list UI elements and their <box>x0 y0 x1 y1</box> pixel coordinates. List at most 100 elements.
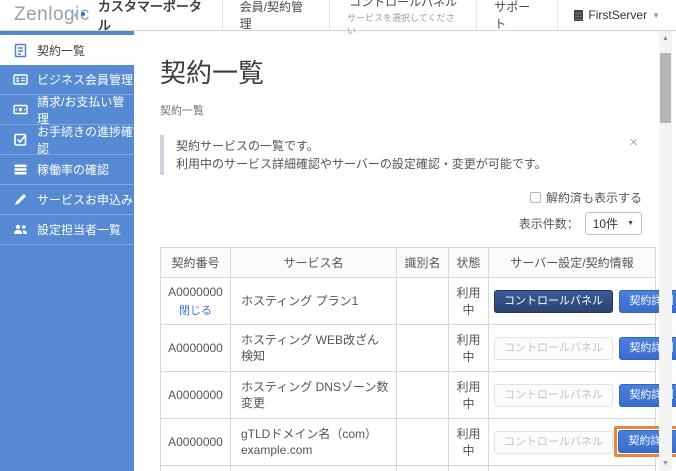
service-name: ホスティング プラン1 <box>241 294 359 308</box>
top-filters: 解約済も表示する 表示件数： 10件 ▼ <box>160 189 642 235</box>
close-row-link[interactable]: 閉じる <box>167 302 224 318</box>
header-nav: 会員/契約管理 コントロールパネル サービスを選択してください サポート <box>221 0 559 36</box>
notice-box: 契約サービスの一覧です。 利用中のサービス詳細確認やサーバーの設定確認・変更が可… <box>160 135 642 175</box>
col-server-settings: サーバー設定/契約情報 <box>488 247 656 278</box>
actions-cell: コントロールパネル 契約詳細 <box>488 418 676 466</box>
organization-icon <box>574 9 584 21</box>
scroll-up-icon[interactable]: ▲ <box>659 32 672 45</box>
notice-line1: 契約サービスの一覧です。 <box>176 139 319 153</box>
service-name-cell: gTLDドメイン名（com） example.com <box>230 418 397 466</box>
logo[interactable]: Zenlogic カスタマーポータル <box>0 0 222 33</box>
portal-title: カスタマーポータル <box>97 0 202 33</box>
page-title: 契約一覧 <box>160 58 265 88</box>
control-panel-button[interactable]: コントロールパネル <box>494 289 613 313</box>
service-name-cell: ホスティング DNSゾーン数変更 <box>230 371 397 419</box>
status-cell: 利用中 <box>448 371 489 419</box>
sidebar-item-contract-list[interactable]: 契約一覧 <box>0 35 134 65</box>
contract-no-cell: A0000000 <box>160 371 231 419</box>
account-menu[interactable]: FirstServer ▼ <box>558 0 676 30</box>
status-cell: 利用中 <box>448 465 489 471</box>
tab-support[interactable]: サポート <box>476 0 559 31</box>
top-bar: Zenlogic カスタマーポータル 会員/契約管理 コントロールパネル サービ… <box>0 0 676 36</box>
contract-no-cell: A0000000 <box>160 418 231 466</box>
status-cell: 利用中 <box>448 277 489 325</box>
per-page-label: 表示件数： <box>518 217 579 231</box>
document-icon <box>13 43 28 58</box>
sidebar-item-progress[interactable]: お手続きの進捗確認 <box>0 124 134 156</box>
table-header-row: 契約番号 サービス名 識別名 状態 サーバー設定/契約情報 <box>160 247 656 278</box>
sidebar-item-uptime[interactable]: 稼働率の確認 <box>0 155 134 185</box>
vertical-scrollbar[interactable]: ▲ ▼ <box>659 31 672 471</box>
table-row: A0000000 ホスティング WEB改ざん検知 利用中 コントロールパネル 契… <box>160 324 676 372</box>
actions-cell: コントロールパネル 契約詳細 <box>488 465 656 471</box>
sidebar-item-label: 稼働率の確認 <box>37 163 110 177</box>
service-name-cell: SSLサーバー証明書 ＢＩＺＣＥＲＴ（年版） example.com <box>230 465 397 471</box>
identifier-cell <box>396 371 449 419</box>
brand-logo-text: Zenlogic <box>14 4 90 25</box>
caret-down-icon: ▼ <box>627 220 634 227</box>
tab-label: サポート <box>494 0 531 31</box>
tab-label: コントロールパネル <box>349 0 458 9</box>
service-domain: example.com <box>241 443 313 457</box>
table-row: A0000000 閉じる ホスティング プラン1 利用中 コントロールパネル 契… <box>160 277 676 325</box>
breadcrumb: 契約一覧 <box>160 105 204 117</box>
tab-sublabel: サービスを選択してください <box>347 13 455 36</box>
sidebar-item-label: サービスお申込み <box>37 193 134 207</box>
sidebar-item-label: 請求/お支払い管理 <box>37 94 125 126</box>
table-row: A0000000 gTLDドメイン名（com） example.com 利用中 … <box>160 418 676 466</box>
col-identifier: 識別名 <box>396 247 449 278</box>
sidebar-item-business-member[interactable]: ビジネス会員管理 <box>0 65 134 95</box>
sidebar-item-label: 契約一覧 <box>37 43 86 58</box>
identifier-cell <box>396 465 449 471</box>
service-name: gTLDドメイン名（com） <box>241 427 378 441</box>
control-panel-button-disabled: コントロールパネル <box>494 430 613 454</box>
identifier-cell <box>396 324 449 372</box>
account-name: FirstServer <box>588 8 648 22</box>
id-card-icon <box>13 72 28 87</box>
col-status: 状態 <box>448 247 489 278</box>
scroll-down-icon[interactable]: ▼ <box>659 457 672 470</box>
scrollbar-thumb[interactable] <box>660 53 671 123</box>
per-page-select[interactable]: 10件 ▼ <box>584 212 642 235</box>
chevron-down-icon: ▼ <box>652 10 660 20</box>
col-contract-no: 契約番号 <box>160 247 231 278</box>
actions-cell: コントロールパネル 契約詳細 <box>488 277 676 325</box>
contract-no-cell: A0000000 閉じる <box>160 277 231 325</box>
main-content: 契約一覧 契約一覧 契約サービスの一覧です。 利用中のサービス詳細確認やサーバー… <box>134 31 676 471</box>
actions-cell: コントロールパネル 契約詳細 <box>488 371 676 419</box>
users-icon <box>13 222 28 237</box>
control-panel-button-disabled: コントロールパネル <box>494 383 613 407</box>
identifier-cell <box>396 418 449 466</box>
per-page-value: 10件 <box>592 217 619 231</box>
table-row: A0000000 ホスティング DNSゾーン数変更 利用中 コントロールパネル … <box>160 371 676 419</box>
tab-label: 会員/契約管理 <box>239 0 303 31</box>
sidebar: 契約一覧 ビジネス会員管理 請求/お支払い管理 お手続きの進捗確認 稼働率の確認… <box>0 31 134 471</box>
sidebar-item-service-apply[interactable]: サービスお申込み <box>0 185 134 215</box>
notice-line2: 利用中のサービス詳細確認やサーバーの設定確認・変更が可能です。 <box>176 157 547 171</box>
sidebar-item-label: ビジネス会員管理 <box>37 73 134 87</box>
pen-icon <box>13 192 28 207</box>
status-cell: 利用中 <box>448 418 489 466</box>
task-check-icon <box>13 132 28 147</box>
show-cancelled-checkbox[interactable] <box>529 192 541 203</box>
sidebar-item-label: 設定担当者一覧 <box>37 223 122 237</box>
logo-dot-dark <box>80 12 85 16</box>
service-name-cell: ホスティング WEB改ざん検知 <box>230 324 397 372</box>
logo-dot-light <box>73 13 78 17</box>
actions-cell: コントロールパネル 契約詳細 <box>488 324 676 372</box>
service-name: ホスティング DNSゾーン数変更 <box>241 380 389 410</box>
contract-table: 契約番号 サービス名 識別名 状態 サーバー設定/契約情報 A0000000 閉… <box>160 247 676 471</box>
control-panel-button-disabled: コントロールパネル <box>494 336 613 360</box>
sidebar-item-admin-list[interactable]: 設定担当者一覧 <box>0 215 134 245</box>
service-name: ホスティング WEB改ざん検知 <box>241 333 379 363</box>
tab-member-contract[interactable]: 会員/契約管理 <box>221 0 330 31</box>
tab-control-panel[interactable]: コントロールパネル サービスを選択してください <box>329 0 476 36</box>
close-icon[interactable]: × <box>629 135 638 150</box>
contract-no: A0000000 <box>168 284 223 299</box>
sidebar-item-billing[interactable]: 請求/お支払い管理 <box>0 94 134 126</box>
server-list-icon <box>13 162 28 177</box>
sidebar-item-label: お手続きの進捗確認 <box>37 124 134 156</box>
show-cancelled-label: 解約済も表示する <box>545 191 642 205</box>
identifier-cell <box>396 277 449 325</box>
status-cell: 利用中 <box>448 324 489 372</box>
